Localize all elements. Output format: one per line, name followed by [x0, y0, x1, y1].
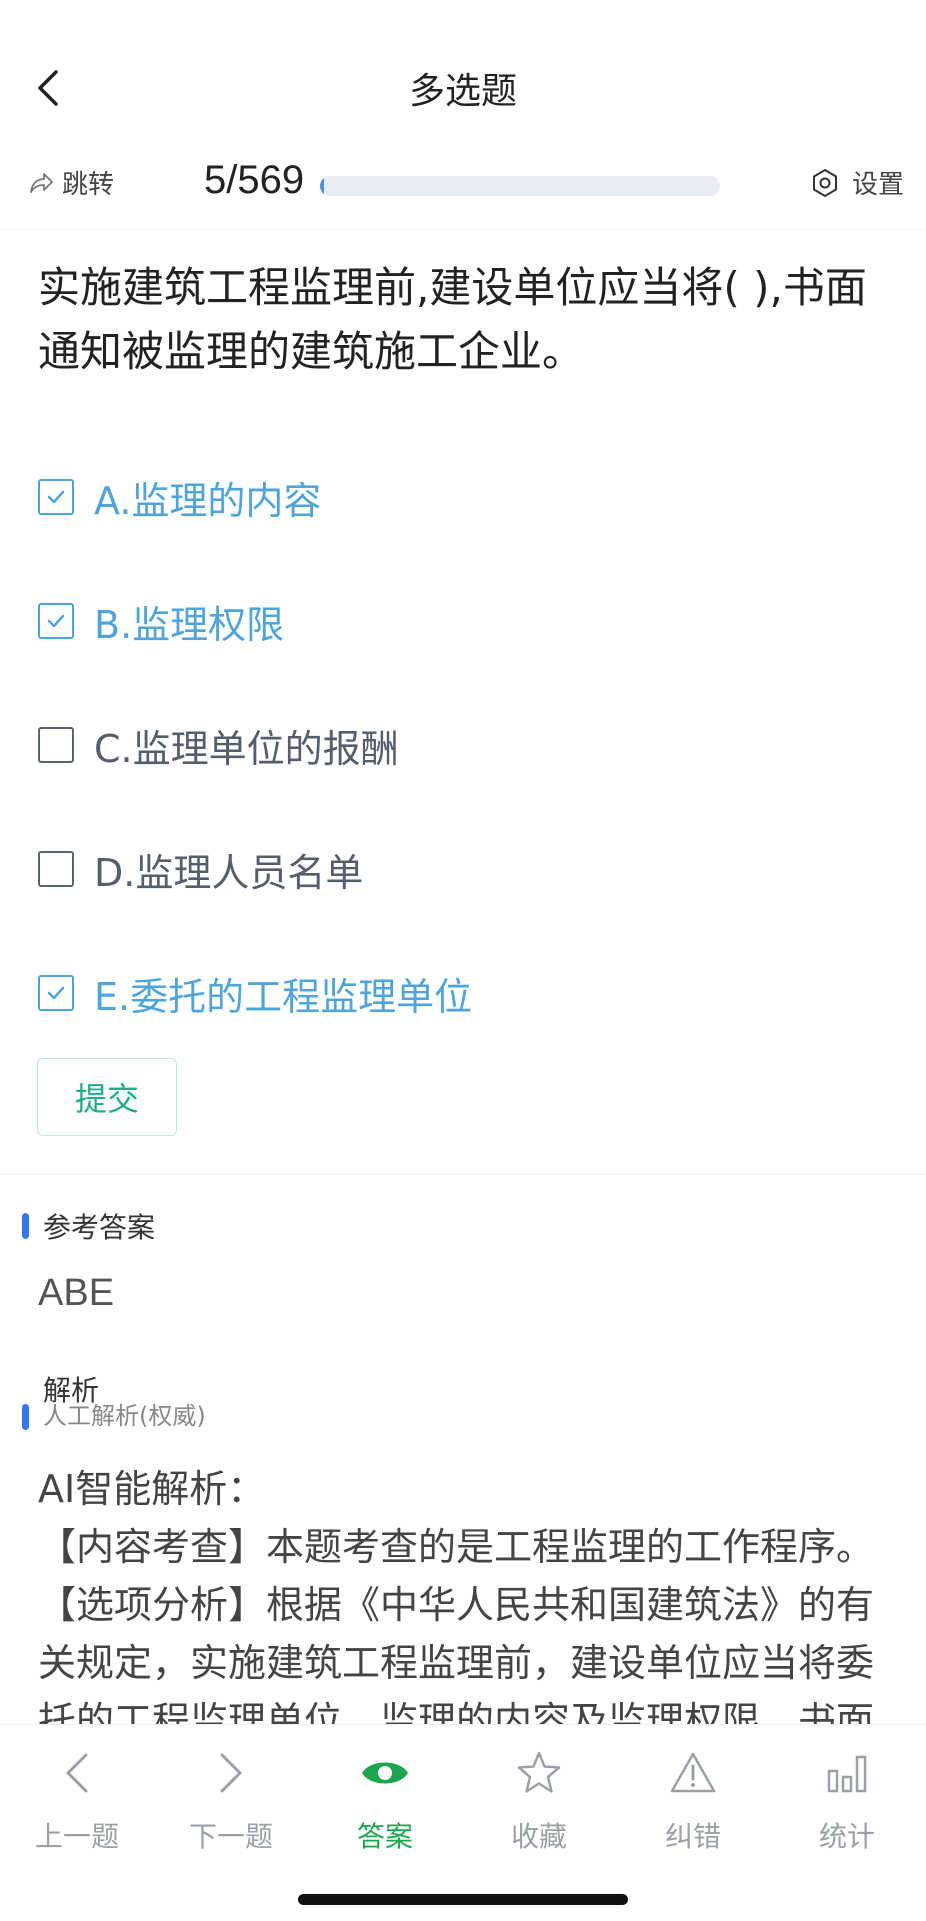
- settings-button[interactable]: 设置: [810, 164, 904, 201]
- navigation-bar: 多选题: [0, 0, 926, 170]
- option-a[interactable]: A.监理的内容: [38, 435, 898, 559]
- share-arrow-icon: [30, 172, 53, 193]
- answer-section-title: 参考答案: [43, 1211, 156, 1244]
- options-list: A.监理的内容 B.监理权限 C.监理单位的报酬 D.监理人员名单 E.委托的工…: [38, 435, 898, 1055]
- warning-icon: [670, 1752, 716, 1793]
- jump-label: 跳转: [62, 170, 115, 200]
- option-label: C.监理单位的报酬: [94, 726, 399, 771]
- tab-previous[interactable]: 上一题: [0, 1745, 154, 1855]
- analysis-subtitle: 人工解析(权威): [43, 1402, 206, 1430]
- gear-icon: [812, 168, 837, 197]
- tab-favorite[interactable]: 收藏: [462, 1745, 616, 1855]
- star-icon: [517, 1751, 561, 1793]
- section-marker: [22, 1213, 29, 1239]
- tab-label: 统计: [818, 1820, 875, 1853]
- checkbox-icon: [38, 975, 74, 1011]
- back-button[interactable]: [30, 68, 70, 108]
- progress-fill: [320, 176, 324, 196]
- analysis-line: 【选项分析】根据《中华人民共和国建筑法》的有关规定，实施建筑工程监理前，建设单位…: [38, 1583, 875, 1728]
- question-text: 实施建筑工程监理前,建设单位应当将( ),书面通知被监理的建筑施工企业。: [38, 263, 867, 376]
- option-d[interactable]: D.监理人员名单: [38, 807, 898, 931]
- divider: [0, 1174, 926, 1175]
- option-label: A.监理的内容: [94, 478, 322, 523]
- check-icon: [47, 986, 65, 1000]
- tab-label: 纠错: [664, 1820, 721, 1853]
- tab-statistics[interactable]: 统计: [770, 1745, 924, 1855]
- chevron-left-icon: [38, 70, 58, 106]
- analysis-line: AI智能解析：: [38, 1467, 266, 1511]
- tab-answer[interactable]: 答案: [308, 1745, 462, 1855]
- option-label: E.委托的工程监理单位: [94, 974, 473, 1019]
- tab-report-error[interactable]: 纠错: [616, 1745, 770, 1855]
- checkbox-icon: [38, 851, 74, 887]
- bottom-tab-bar: 上一题 下一题 答案 收藏 纠错 统计: [0, 1724, 926, 1921]
- tab-label: 上一题: [34, 1820, 119, 1853]
- option-c[interactable]: C.监理单位的报酬: [38, 683, 898, 807]
- chevron-left-icon: [66, 1753, 88, 1793]
- analysis-body: AI智能解析： 【内容考查】本题考查的是工程监理的工作程序。 【选项分析】根据《…: [38, 1460, 898, 1728]
- home-indicator: [298, 1894, 628, 1905]
- page-title: 多选题: [408, 71, 517, 112]
- analysis-line: 【内容考查】本题考查的是工程监理的工作程序。: [38, 1525, 875, 1569]
- answer-value: ABE: [38, 1272, 115, 1314]
- chevron-right-icon: [220, 1753, 242, 1793]
- check-icon: [47, 614, 65, 628]
- tab-label: 答案: [356, 1820, 413, 1853]
- answer-section-header: 参考答案: [22, 1206, 155, 1246]
- settings-label: 设置: [851, 170, 904, 200]
- eye-icon: [362, 1762, 408, 1784]
- option-label: B.监理权限: [94, 602, 285, 647]
- checkbox-icon: [38, 479, 74, 515]
- tab-label: 下一题: [188, 1820, 273, 1853]
- checkbox-icon: [38, 727, 74, 763]
- option-e[interactable]: E.委托的工程监理单位: [38, 931, 898, 1055]
- tab-label: 收藏: [510, 1820, 567, 1853]
- jump-button[interactable]: 跳转: [28, 164, 114, 201]
- tab-next[interactable]: 下一题: [154, 1745, 308, 1855]
- divider: [0, 229, 926, 230]
- submit-button[interactable]: 提交: [37, 1058, 177, 1136]
- progress-bar: [320, 176, 720, 196]
- option-b[interactable]: B.监理权限: [38, 559, 898, 683]
- progress-counter: 5/569: [204, 158, 305, 202]
- option-label: D.监理人员名单: [94, 850, 364, 895]
- check-icon: [47, 490, 65, 504]
- section-marker: [22, 1404, 29, 1430]
- bar-chart-icon: [827, 1755, 867, 1793]
- checkbox-icon: [38, 603, 74, 639]
